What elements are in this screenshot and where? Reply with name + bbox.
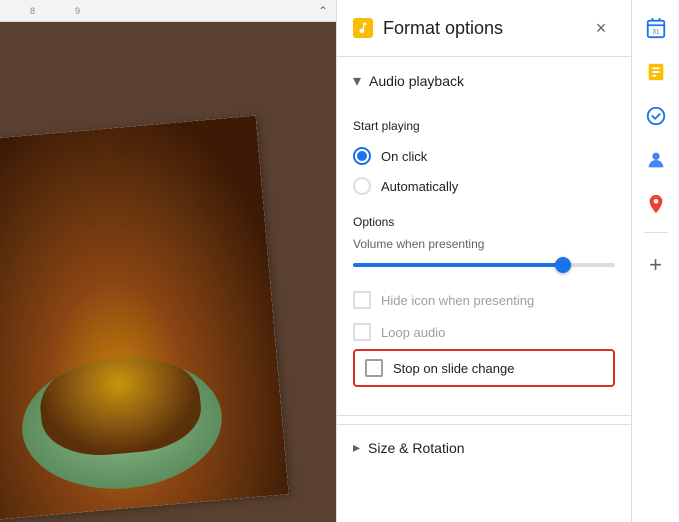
volume-slider-fill (353, 263, 563, 267)
stop-on-change-highlighted[interactable]: Stop on slide change (353, 349, 615, 387)
on-click-label: On click (381, 149, 427, 164)
ruler-marks: 8 9 (20, 6, 80, 16)
hide-icon-checkbox[interactable]: Hide icon when presenting (353, 287, 615, 313)
maps-icon[interactable] (636, 184, 676, 224)
audio-panel-icon (353, 18, 373, 38)
slide-area: 8 9 ⌃ (0, 0, 336, 522)
sidebar-divider (644, 232, 668, 233)
start-playing-label: Start playing (353, 119, 615, 133)
panel-title: Format options (383, 18, 577, 39)
stop-on-change-checkbox-box (365, 359, 383, 377)
automatically-label: Automatically (381, 179, 458, 194)
right-sidebar: 31 + (631, 0, 679, 522)
format-options-panel: Format options × ▾ Audio playback Start … (336, 0, 631, 522)
audio-playback-label: Audio playback (369, 73, 464, 89)
pie-crust (36, 350, 204, 460)
hide-icon-checkbox-box (353, 291, 371, 309)
ruler-mark-9: 9 (75, 6, 80, 16)
tasks-icon[interactable] (636, 96, 676, 136)
pie-plate (17, 350, 228, 497)
options-label: Options (353, 215, 615, 229)
volume-slider-thumb (555, 257, 571, 273)
contacts-icon[interactable] (636, 140, 676, 180)
loop-audio-checkbox[interactable]: Loop audio (353, 319, 615, 345)
slide-content (0, 22, 336, 522)
start-playing-radio-group: On click Automatically (353, 143, 615, 199)
pie-image (0, 116, 289, 522)
close-button[interactable]: × (587, 14, 615, 42)
volume-slider-container[interactable] (353, 259, 615, 283)
loop-audio-label: Loop audio (381, 325, 445, 340)
on-click-radio-circle (353, 147, 371, 165)
section-divider (337, 415, 631, 416)
ruler-mark-8: 8 (30, 6, 35, 16)
options-checkbox-group: Hide icon when presenting Loop audio (353, 287, 615, 345)
volume-slider-track (353, 263, 615, 267)
automatically-radio-circle (353, 177, 371, 195)
on-click-radio[interactable]: On click (353, 143, 615, 169)
svg-text:31: 31 (652, 29, 660, 36)
size-rotation-section[interactable]: ▸ Size & Rotation (337, 424, 631, 470)
chevron-up-icon[interactable]: ⌃ (318, 4, 328, 18)
notes-icon[interactable] (636, 52, 676, 92)
size-rotation-chevron-icon: ▸ (353, 439, 360, 456)
add-sidebar-button[interactable]: + (636, 245, 676, 285)
section-chevron-icon: ▾ (353, 71, 361, 91)
pie-photo (0, 116, 289, 522)
audio-playback-section-header[interactable]: ▾ Audio playback (337, 57, 631, 105)
loop-audio-checkbox-box (353, 323, 371, 341)
size-rotation-label: Size & Rotation (368, 440, 465, 456)
volume-label: Volume when presenting (353, 237, 615, 251)
audio-playback-content: Start playing On click Automatically Opt… (337, 105, 631, 407)
ruler: 8 9 ⌃ (0, 0, 336, 22)
hide-icon-label: Hide icon when presenting (381, 293, 534, 308)
calendar-icon[interactable]: 31 (636, 8, 676, 48)
panel-header: Format options × (337, 0, 631, 57)
automatically-radio[interactable]: Automatically (353, 173, 615, 199)
stop-on-change-label: Stop on slide change (393, 361, 514, 376)
